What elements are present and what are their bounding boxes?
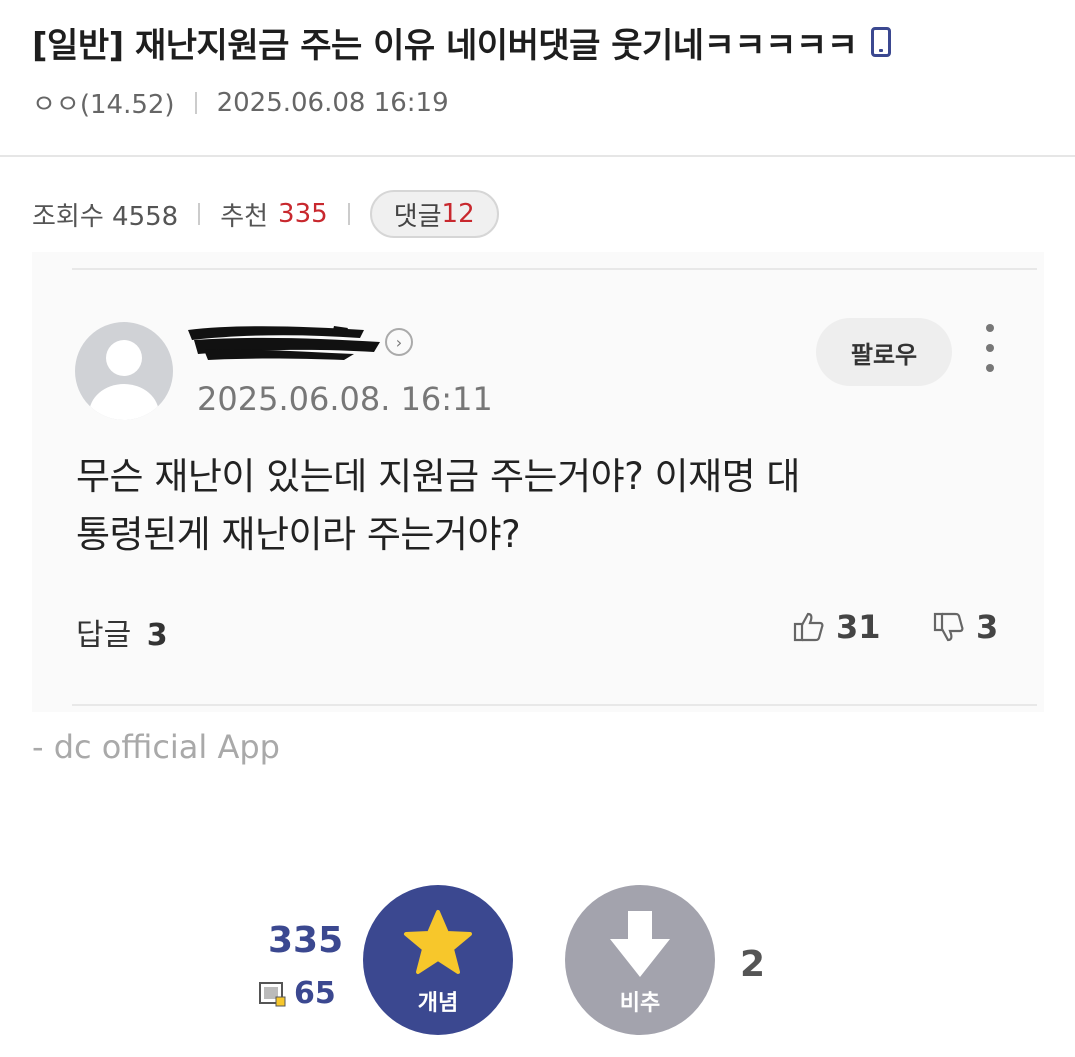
divider (72, 268, 1037, 270)
downvote-button[interactable]: 비추 (565, 885, 715, 1035)
comment-text: 무슨 재난이 있는데 지원금 주는거야? 이재명 대 통령된게 재난이라 주는거… (76, 448, 976, 564)
avatar-head (106, 340, 142, 376)
more-vertical-icon[interactable] (980, 324, 1000, 372)
divider (72, 704, 1037, 706)
recommend-label: 추천 (220, 201, 269, 232)
dislike-count: 3 (976, 608, 999, 646)
downvote-label: 비추 (619, 991, 661, 1016)
follow-button[interactable]: 팔로우 (816, 318, 952, 386)
reply-label: 답글 (76, 618, 132, 653)
comment-label: 댓글 (393, 201, 442, 232)
thumbs-down-icon (933, 612, 964, 642)
avatar[interactable] (75, 322, 173, 420)
avatar-body (89, 384, 159, 420)
app-signature: - dc official App (32, 728, 280, 766)
comment-count: 12 (441, 199, 475, 229)
chevron-right-icon[interactable]: › (385, 328, 413, 356)
dot (986, 324, 994, 332)
dot (986, 364, 994, 372)
recommend-total: 335 (268, 920, 344, 961)
post-title: [일반] 재난지원금 주는 이유 네이버댓글 웃기네ㅋㅋㅋㅋㅋ (32, 25, 858, 66)
comment-date: 2025.06.08. 16:11 (197, 380, 493, 418)
post-author[interactable]: ㅇㅇ(14.52) (32, 84, 175, 121)
captured-comment-image: › 2025.06.08. 16:11 팔로우 무슨 재난이 있는데 지원금 주… (32, 252, 1044, 712)
downvote-count: 2 (740, 944, 766, 985)
comment-text-line: 통령된게 재난이라 주는거야? (76, 513, 521, 556)
upvote-label: 개념 (417, 991, 459, 1016)
upvote-button[interactable]: 개념 (363, 885, 513, 1035)
post-date: 2025.06.08 16:19 (216, 87, 449, 118)
post-meta: ㅇㅇ(14.52) 2025.06.08 16:19 (32, 84, 449, 121)
header-divider (0, 155, 1075, 157)
post-header: [일반] 재난지원금 주는 이유 네이버댓글 웃기네ㅋㅋㅋㅋㅋ (32, 14, 1035, 70)
redacted-username (188, 326, 380, 360)
dot (986, 344, 994, 352)
fixed-nick-recommend: 65 (258, 976, 336, 1011)
dislike-button[interactable]: 3 (932, 608, 998, 646)
fixed-nick-icon (259, 981, 286, 1006)
comment-count-button[interactable]: 댓글 12 (369, 190, 499, 238)
divider (198, 203, 201, 225)
view-count: 조회수 4558 (32, 201, 179, 232)
mobile-icon (871, 27, 892, 57)
recommend-value: 335 (278, 199, 328, 229)
like-count: 31 (836, 608, 881, 646)
fixed-nick-count: 65 (294, 976, 336, 1011)
reply-button[interactable]: 답글 3 (76, 610, 168, 654)
divider (194, 91, 197, 114)
comment-text-line: 무슨 재난이 있는데 지원금 주는거야? 이재명 대 (76, 455, 800, 498)
thumbs-up-icon (793, 612, 824, 642)
divider (347, 203, 350, 225)
star-icon (404, 910, 472, 974)
reply-count: 3 (146, 618, 168, 653)
like-button[interactable]: 31 (792, 608, 881, 646)
post-stats: 조회수 4558 추천 335 댓글 12 (32, 190, 499, 238)
arrow-down-icon (610, 911, 670, 977)
